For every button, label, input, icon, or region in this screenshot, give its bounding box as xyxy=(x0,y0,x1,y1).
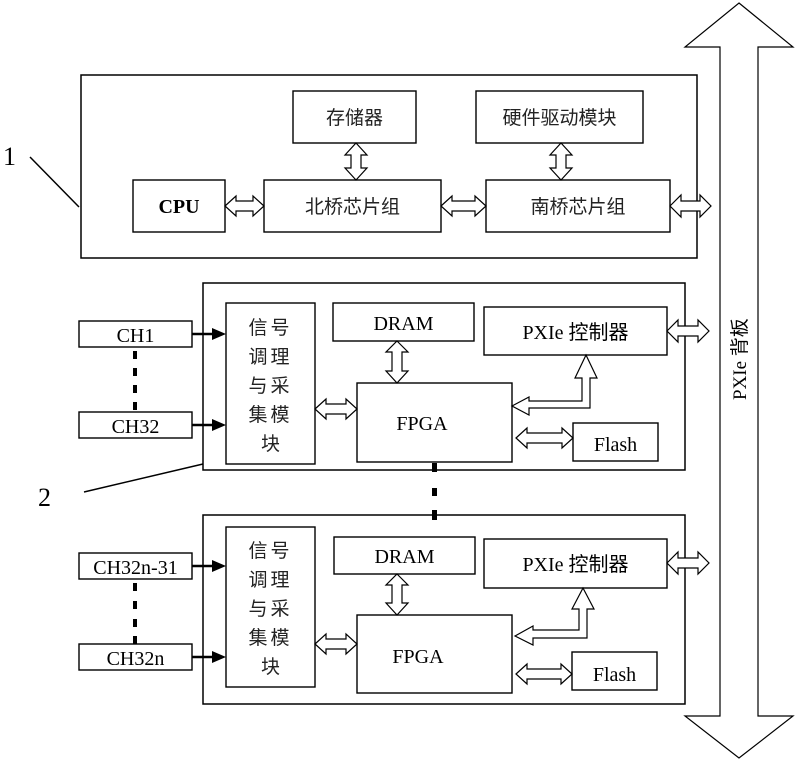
south-bridge-label: 南桥芯片组 xyxy=(530,196,625,218)
pxie-controller-backplane-arrow xyxy=(666,318,710,344)
dram-label: DRAM xyxy=(374,546,434,568)
channel-ellipsis-dots xyxy=(133,583,137,644)
channel-first-input-arrow xyxy=(192,560,226,572)
cpu-northbridge-arrow xyxy=(224,194,265,218)
pxie-controller-label: PXIe 控制器 xyxy=(522,553,628,576)
dram-label: DRAM xyxy=(373,313,433,335)
channel-last-label: CH32 xyxy=(112,416,160,438)
svg-text:与采: 与采 xyxy=(248,598,292,620)
fpga-label: FPGA xyxy=(396,413,448,435)
acquisition-module-n: CH32n-31 CH32n 信号 调理 与采 集模 块 DRAM FPGA P… xyxy=(78,514,710,705)
svg-text:与采: 与采 xyxy=(248,375,292,397)
svg-text:信号: 信号 xyxy=(248,317,292,339)
pxie-controller-backplane-arrow xyxy=(666,550,710,576)
svg-text:调理: 调理 xyxy=(248,346,292,368)
fpga-flash-arrow xyxy=(515,426,574,450)
backplane-label: PXIe 背板 xyxy=(729,318,751,400)
cpu-label: CPU xyxy=(158,196,199,218)
svg-text:集模: 集模 xyxy=(248,404,292,426)
southbridge-backplane-arrow xyxy=(669,193,712,219)
host-computer-block: 存储器 硬件驱动模块 CPU 北桥芯片组 南桥芯片组 xyxy=(80,74,712,259)
channel-first-input-arrow xyxy=(192,328,226,340)
callout-1-label: 1 xyxy=(3,142,16,171)
fpga-pxie-controller-arrow xyxy=(513,586,595,646)
hw-driver-label: 硬件驱动模块 xyxy=(502,107,616,129)
svg-text:集模: 集模 xyxy=(248,627,292,649)
channel-ellipsis-dots xyxy=(133,351,137,410)
svg-text:块: 块 xyxy=(261,656,280,678)
callout-2-label: 2 xyxy=(38,483,51,512)
fpga-pxie-controller-arrow xyxy=(510,353,598,416)
memory-label: 存储器 xyxy=(326,107,383,129)
callout-2-leader xyxy=(83,463,204,493)
channel-first-label: CH1 xyxy=(117,325,155,347)
svg-text:调理: 调理 xyxy=(248,569,292,591)
svg-text:块: 块 xyxy=(261,433,280,455)
dram-fpga-arrow xyxy=(384,573,410,616)
north-bridge-label: 北桥芯片组 xyxy=(305,196,400,218)
channel-last-label: CH32n xyxy=(107,648,165,670)
fpga-flash-arrow xyxy=(515,662,573,686)
acquisition-module-1: CH1 CH32 信号 调理 与采 集模 块 DRAM FPGA PXIe 控制… xyxy=(78,282,710,471)
block-diagram: PXIe 背板 1 2 存储器 硬件驱动模块 CPU 北桥芯片组 南桥芯片组 C… xyxy=(3,2,795,759)
channel-first-label: CH32n-31 xyxy=(93,557,177,579)
signal-fpga-arrow xyxy=(314,632,358,656)
dram-fpga-arrow xyxy=(384,340,410,384)
signal-fpga-arrow xyxy=(314,397,358,421)
module-ellipsis-dots xyxy=(432,463,437,520)
channel-last-input-arrow xyxy=(192,651,226,663)
northbridge-southbridge-arrow xyxy=(440,194,487,218)
fpga-label: FPGA xyxy=(392,646,444,668)
channel-last-input-arrow xyxy=(192,419,226,431)
flash-label: Flash xyxy=(593,664,636,686)
memory-northbridge-arrow xyxy=(343,142,369,181)
callout-1-leader xyxy=(29,156,80,208)
hwdriver-southbridge-arrow xyxy=(548,142,574,181)
flash-label: Flash xyxy=(594,434,637,456)
pxie-controller-label: PXIe 控制器 xyxy=(522,321,628,344)
svg-text:信号: 信号 xyxy=(248,540,292,562)
